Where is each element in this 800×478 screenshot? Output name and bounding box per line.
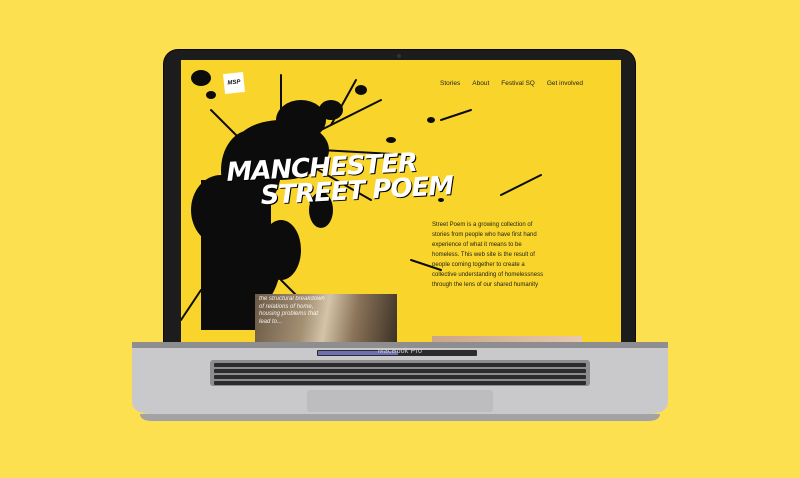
nav-stories[interactable]: Stories: [440, 80, 460, 87]
nav-get-involved[interactable]: Get involved: [547, 80, 583, 87]
intro-text: Street Poem is a growing collection of s…: [432, 222, 544, 288]
device-label: MacBook Pro: [377, 348, 423, 355]
main-nav: Stories About Festival SQ Get involved: [440, 80, 583, 87]
nav-about[interactable]: About: [472, 80, 489, 87]
nav-festival-sq[interactable]: Festival SQ: [501, 80, 535, 87]
hero-title: MANCHESTER STREET POEM: [226, 148, 454, 211]
laptop-screen: MSP Stories About Festival SQ Get involv…: [181, 60, 621, 342]
story-photo[interactable]: the structural breakdown of relations of…: [255, 294, 397, 342]
site-logo[interactable]: MSP: [223, 72, 245, 94]
laptop-base: MacBook Pro: [132, 342, 668, 422]
photo-caption: the structural breakdown of relations of…: [259, 296, 325, 325]
camera-icon: [397, 54, 401, 58]
